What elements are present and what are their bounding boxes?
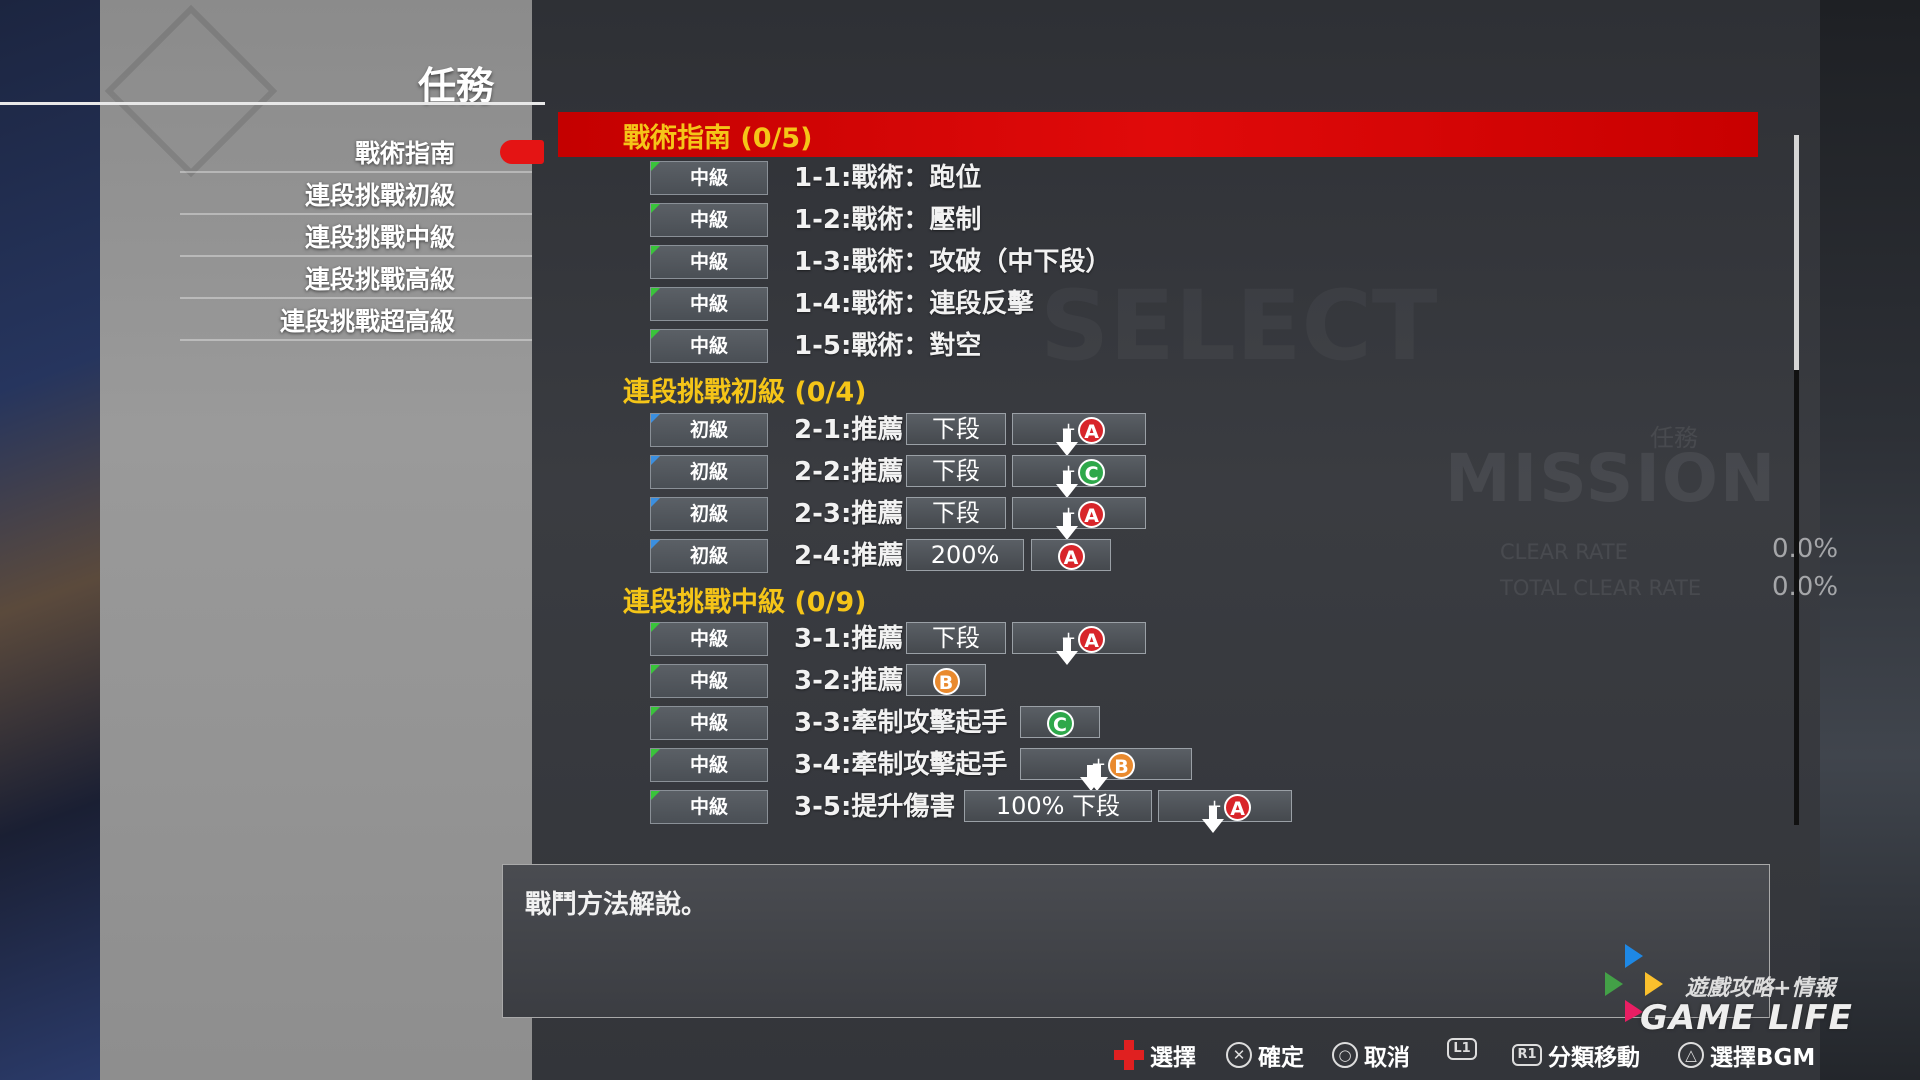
button-a-icon: A bbox=[1078, 416, 1106, 444]
category-menu-panel bbox=[100, 0, 532, 1080]
button-b-icon: B bbox=[932, 667, 960, 695]
circle-button-icon: ○ bbox=[1332, 1042, 1358, 1068]
section-header-tactics[interactable]: 戰術指南 (0/5) bbox=[623, 116, 813, 155]
move-tag: 100% 下段 bbox=[964, 790, 1152, 822]
difficulty-badge: 中級 bbox=[650, 287, 768, 321]
hint-cancel: ○ 取消 bbox=[1332, 1038, 1410, 1072]
mission-label: 2-4:推薦 bbox=[794, 541, 904, 571]
mission-label: 3-3:牽制攻擊起手 bbox=[794, 708, 1008, 738]
input-command: + A bbox=[1158, 790, 1292, 833]
move-tag: 下段 bbox=[906, 497, 1006, 529]
dpad-icon bbox=[1114, 1040, 1144, 1070]
section-header-combo-beginner[interactable]: 連段挑戰初級 (0/4) bbox=[623, 370, 867, 409]
input-command: C bbox=[1020, 706, 1100, 738]
menu-divider bbox=[180, 297, 532, 299]
difficulty-badge: 中級 bbox=[650, 790, 768, 824]
button-b-icon: B bbox=[1108, 751, 1136, 779]
mission-label: 3-5:提升傷害 bbox=[794, 792, 956, 822]
button-a-icon: A bbox=[1057, 542, 1085, 570]
mission-label: 1-3:戰術：攻破（中下段） bbox=[794, 247, 1112, 277]
watermark-text: GAME LIFE bbox=[1640, 998, 1853, 1038]
menu-divider bbox=[180, 255, 532, 257]
l1-button-icon: L1 bbox=[1447, 1038, 1477, 1060]
button-a-icon: A bbox=[1224, 793, 1252, 821]
difficulty-badge: 中級 bbox=[650, 748, 768, 782]
move-tag: 200% bbox=[906, 539, 1024, 571]
input-command: + B bbox=[1020, 748, 1192, 791]
background-clear-rate-label: CLEAR RATE bbox=[1500, 540, 1628, 564]
difficulty-badge: 中級 bbox=[650, 203, 768, 237]
menu-item-tactics-guide[interactable]: 戰術指南 bbox=[355, 134, 455, 170]
hint-select: 選擇 bbox=[1114, 1038, 1196, 1072]
menu-item-combo-intermediate[interactable]: 連段挑戰中級 bbox=[305, 218, 455, 254]
menu-cursor-icon bbox=[500, 140, 544, 164]
mission-label: 1-1:戰術：跑位 bbox=[794, 163, 982, 193]
difficulty-badge: 中級 bbox=[650, 622, 768, 656]
button-a-icon: A bbox=[1078, 500, 1106, 528]
difficulty-badge: 初級 bbox=[650, 497, 768, 531]
mission-label: 1-2:戰術：壓制 bbox=[794, 205, 982, 235]
mission-label: 2-3:推薦 bbox=[794, 499, 904, 529]
character-art bbox=[0, 0, 100, 1080]
difficulty-badge: 初級 bbox=[650, 455, 768, 489]
description-text: 戰鬥方法解說。 bbox=[525, 890, 708, 920]
button-c-icon: C bbox=[1046, 709, 1074, 737]
difficulty-badge: 初級 bbox=[650, 539, 768, 573]
hint-select-bgm: △ 選擇BGM bbox=[1678, 1038, 1815, 1072]
mission-label: 3-4:牽制攻擊起手 bbox=[794, 750, 1008, 780]
menu-item-combo-advanced[interactable]: 連段挑戰高級 bbox=[305, 260, 455, 296]
hint-category-move: R1 分類移動 bbox=[1512, 1038, 1640, 1072]
difficulty-badge: 中級 bbox=[650, 706, 768, 740]
mission-label: 1-5:戰術：對空 bbox=[794, 331, 982, 361]
scrollbar-thumb[interactable] bbox=[1794, 135, 1799, 370]
button-c-icon: C bbox=[1078, 458, 1106, 486]
mission-label: 1-4:戰術：連段反擊 bbox=[794, 289, 1034, 319]
clear-rate-value: 0.0% bbox=[1772, 534, 1839, 564]
input-command: A bbox=[1031, 539, 1111, 571]
menu-divider bbox=[180, 171, 532, 173]
move-tag: 下段 bbox=[906, 413, 1006, 445]
background-total-clear-rate-label: TOTAL CLEAR RATE bbox=[1500, 576, 1702, 600]
menu-divider bbox=[180, 213, 532, 215]
difficulty-badge: 中級 bbox=[650, 329, 768, 363]
hint-l1: L1 bbox=[1447, 1038, 1477, 1060]
cross-button-icon: ✕ bbox=[1226, 1042, 1252, 1068]
input-command: + A bbox=[1012, 622, 1146, 665]
total-clear-rate-value: 0.0% bbox=[1772, 572, 1839, 602]
mission-label: 3-2:推薦 bbox=[794, 666, 904, 696]
hint-confirm: ✕ 確定 bbox=[1226, 1038, 1304, 1072]
button-a-icon: A bbox=[1078, 625, 1106, 653]
background-mission-word: MISSION bbox=[1445, 440, 1778, 517]
difficulty-badge: 中級 bbox=[650, 245, 768, 279]
input-command: B bbox=[906, 664, 986, 696]
difficulty-badge: 初級 bbox=[650, 413, 768, 447]
difficulty-badge: 中級 bbox=[650, 161, 768, 195]
section-header-combo-intermediate[interactable]: 連段挑戰中級 (0/9) bbox=[623, 580, 867, 619]
menu-item-combo-beginner[interactable]: 連段挑戰初級 bbox=[305, 176, 455, 212]
triangle-button-icon: △ bbox=[1678, 1042, 1704, 1068]
menu-divider bbox=[180, 339, 532, 341]
mission-label: 3-1:推薦 bbox=[794, 624, 904, 654]
move-tag: 下段 bbox=[906, 622, 1006, 654]
mission-label: 2-1:推薦 bbox=[794, 415, 904, 445]
title-divider bbox=[0, 102, 545, 105]
move-tag: 下段 bbox=[906, 455, 1006, 487]
background-decoration: SELECT bbox=[1040, 270, 1437, 382]
input-command: + A bbox=[1012, 497, 1146, 540]
input-command: + C bbox=[1012, 455, 1146, 498]
input-command: + A bbox=[1012, 413, 1146, 456]
difficulty-badge: 中級 bbox=[650, 664, 768, 698]
r1-button-icon: R1 bbox=[1512, 1044, 1542, 1066]
menu-item-combo-expert[interactable]: 連段挑戰超高級 bbox=[280, 302, 455, 338]
mission-label: 2-2:推薦 bbox=[794, 457, 904, 487]
